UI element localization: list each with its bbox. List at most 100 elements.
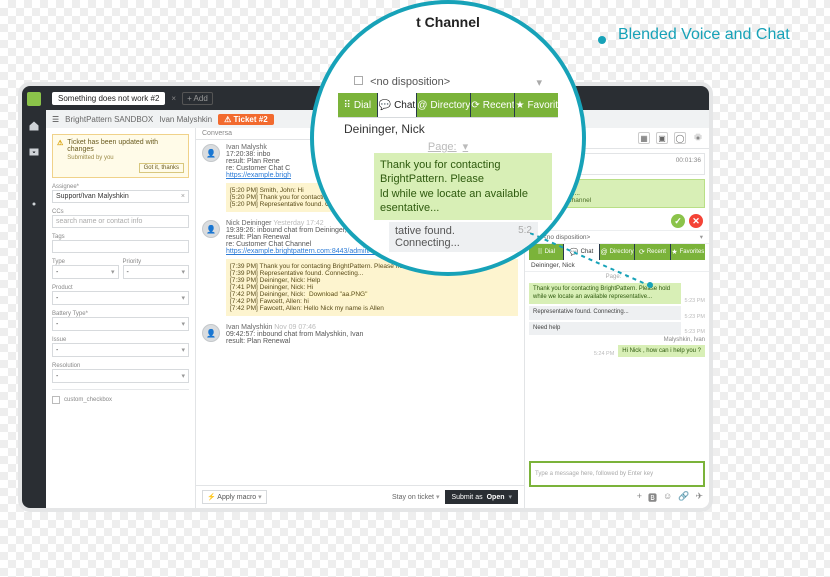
recent-icon: ⟳	[471, 100, 479, 111]
gear-icon[interactable]	[692, 132, 704, 144]
alert-dismiss-button[interactable]: Got it, thanks	[139, 163, 184, 173]
chevron-down-icon: ▾	[111, 268, 115, 276]
app-logo	[27, 92, 41, 106]
emoji-icon[interactable]: ☺	[663, 491, 672, 504]
leader-dot	[598, 36, 606, 44]
chat-time: 5:23 PM	[685, 329, 705, 335]
chevron-down-icon: ▾	[181, 320, 185, 328]
current-user: Ivan Malyshkin	[159, 115, 212, 124]
chevron-down-icon: ▾	[436, 494, 440, 501]
chat-area: Thank you for contacting BrightPattern. …	[525, 281, 709, 457]
inbox-icon[interactable]	[28, 146, 40, 158]
home-icon[interactable]	[28, 120, 40, 132]
submit-button[interactable]: Submit as Open ▾	[445, 490, 518, 504]
tags-field[interactable]	[52, 240, 189, 253]
lens-page-selector[interactable]: Page:▾	[314, 140, 582, 153]
avatar: 👤	[202, 220, 220, 238]
flash-icon: ⚡	[207, 494, 216, 501]
apply-macro-button[interactable]: ⚡ Apply macro ▾	[202, 490, 267, 504]
accept-icon[interactable]: ✓	[671, 214, 685, 228]
chevron-down-icon: ▾	[508, 493, 512, 501]
hamburger-icon[interactable]: ☰	[52, 115, 59, 124]
lens-tab-directory[interactable]: @Directory	[416, 93, 470, 117]
custom-checkbox-row[interactable]: custom_checkbox	[52, 396, 189, 404]
chat-time: 5:23 PM	[685, 298, 705, 304]
chat-time: 5:23 PM	[685, 314, 705, 320]
ticket-badge: ⚠ Ticket #2	[218, 114, 274, 125]
chat-toolbar: + 🅱 ☺ 🔗 ✈	[525, 491, 709, 508]
chevron-down-icon: ▾	[181, 294, 185, 302]
left-nav	[22, 86, 46, 508]
settings-icon[interactable]	[28, 198, 40, 210]
battery-field[interactable]: -▾	[52, 317, 189, 331]
message: 👤Ivan Malyshkin Nov 09 07:4609:42:57: in…	[202, 324, 518, 345]
stats-icon[interactable]	[28, 172, 40, 184]
chevron-down-icon: ▾	[181, 346, 185, 354]
active-ticket-pill[interactable]: Something does not work #2	[52, 92, 165, 105]
ticket-alert: ⚠ Ticket has been updated with changes S…	[52, 134, 189, 178]
avatar: 👤	[202, 324, 220, 342]
close-icon[interactable]: ×	[181, 193, 185, 200]
chevron-down-icon: ▾	[181, 372, 185, 380]
chevron-down-icon: ▾	[181, 268, 185, 276]
send-icon[interactable]: ✈	[695, 491, 703, 504]
warning-icon: ⚠	[224, 115, 231, 124]
link-icon[interactable]: 🔗	[678, 491, 689, 504]
chat-icon: 💬	[379, 100, 391, 111]
issue-field[interactable]: -▾	[52, 343, 189, 357]
avatar: 👤	[202, 144, 220, 162]
lens-disposition: <no disposition> ▾	[314, 74, 582, 91]
agent-reply-bubble: Hi Nick , how can i help you ?	[618, 345, 705, 357]
ccs-field[interactable]: search name or contact info	[52, 215, 189, 228]
alert-by: Submitted by you	[67, 155, 184, 161]
resolution-field[interactable]: -▾	[52, 369, 189, 383]
chevron-down-icon: ▾	[258, 494, 262, 501]
agent-name-label: Malyshkin, Ivan	[664, 337, 705, 343]
chat-row: Representative found. Connecting... 5:23 …	[529, 306, 705, 320]
alert-title: Ticket has been updated with changes	[67, 139, 184, 153]
chat-bubble: Need help	[529, 322, 681, 336]
type-field[interactable]: -▾	[52, 265, 119, 279]
bold-icon[interactable]: 🅱	[648, 491, 657, 504]
msg-author: Ivan Malyshk	[226, 144, 267, 151]
apps-icon[interactable]: ▣	[656, 132, 668, 144]
assignee-field[interactable]: Support/Ivan Malyshkin ×	[52, 190, 189, 203]
reject-icon[interactable]: ✕	[689, 214, 703, 228]
directory-icon: @	[417, 100, 427, 111]
chat-row: Need help 5:23 PM	[529, 322, 705, 336]
leader-line	[530, 233, 650, 293]
lens-tab-dial[interactable]: ⠿Dial	[338, 93, 377, 117]
product-field[interactable]: -▾	[52, 291, 189, 305]
user-icon[interactable]: ◯	[674, 132, 686, 144]
lens-tab-favorit[interactable]: ★Favorit	[514, 93, 558, 117]
favorites-icon: ★	[671, 248, 677, 256]
checkbox-icon[interactable]	[52, 396, 60, 404]
lens-bubble-greeting: Thank you for contacting BrightPattern. …	[374, 153, 552, 220]
lens-tab-recent[interactable]: ⟳Recent	[470, 93, 514, 117]
close-tab-icon[interactable]: ×	[171, 94, 176, 103]
priority-field[interactable]: -▾	[123, 265, 190, 279]
annotation-label: Blended Voice and Chat	[618, 26, 790, 44]
lens-bubble-connecting: tative found. Connecting... 5:2	[389, 222, 538, 252]
lens-tab-chat[interactable]: 💬Chat	[377, 93, 417, 117]
add-tab-button[interactable]: + Add	[182, 92, 213, 105]
ticket-num: #2	[151, 94, 160, 103]
msg-author: Ivan Malyshkin	[226, 324, 272, 331]
chat-time: 5:24 PM	[594, 351, 614, 357]
grid-icon[interactable]: ▦	[638, 132, 650, 144]
link[interactable]: https://example.brigh	[226, 172, 291, 179]
msg-author: Nick Deininger	[226, 220, 272, 227]
chat-input[interactable]: Type a message here, followed by Enter k…	[529, 461, 705, 487]
add-icon[interactable]: +	[637, 491, 642, 504]
chat-bubble: Representative found. Connecting...	[529, 306, 681, 320]
msg-line: result: Plan Renewal	[226, 338, 518, 345]
call-duration: 00:01:36	[676, 157, 701, 164]
lens-contact-name: Deininger, Nick	[314, 118, 582, 140]
brand-label: BrightPattern SANDBOX	[65, 115, 153, 124]
chevron-down-icon[interactable]: ▾	[700, 233, 703, 241]
stay-on-ticket[interactable]: Stay on ticket ▾	[392, 493, 440, 501]
convo-footer: ⚡ Apply macro ▾ Stay on ticket ▾ Submit …	[196, 485, 524, 508]
ticket-detail-pane: ⚠ Ticket has been updated with changes S…	[46, 128, 196, 508]
dial-icon: ⠿	[344, 100, 351, 111]
mini-tab-favorites[interactable]: ★Favorites	[670, 244, 705, 260]
